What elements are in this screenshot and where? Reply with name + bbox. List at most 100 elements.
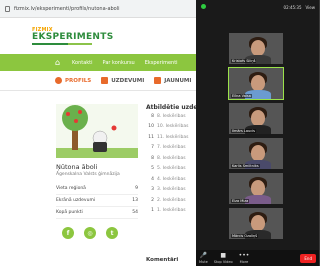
zoom-panel: 02:45:35 View Kristofs Siliņš Elīna Vais… [196,0,319,266]
twitter-icon[interactable]: t [106,227,118,239]
task-score: 8 [151,113,154,119]
participant-name: Mārcis Ozoliņš [231,234,259,238]
stat-label: Kopā punkti [56,210,83,215]
facebook-icon[interactable]: f [62,227,74,239]
task-score: 2 [151,197,154,203]
zoom-toolbar: 🎤 Mute ■ Stop Video ••• More End [196,250,319,266]
task-title: 3. Ieskēribas [157,187,186,193]
task-title: 4. Ieskēribas [157,176,186,182]
task-row[interactable]: 1 1. Ieskēribas [146,206,196,217]
task-score: 11 [148,134,154,140]
end-meeting-button[interactable]: End [300,253,316,263]
participant-video[interactable]: Ilmārs Laucis [229,103,283,134]
address-bar[interactable]: fizmix.lv/eksperimenti/profils/nutona-ab… [0,0,196,18]
nav-item-kontakti[interactable]: Kontakti [72,60,93,66]
zoom-topbar: 02:45:35 View [196,0,319,14]
more-icon: ••• [238,251,250,259]
team-avatar [56,104,138,158]
task-score: 8 [151,155,154,161]
participant-video[interactable]: Karlis Smiltniks [229,138,283,169]
stop-video-button[interactable]: ■ Stop Video [213,251,233,264]
task-score: 4 [151,176,154,182]
mute-button[interactable]: 🎤 Mute [199,251,208,264]
nav-item-eksperimenti[interactable]: Eksperimenti [145,60,178,66]
profile-tabs: PROFILS UZDEVUMI JAUNUMI [0,71,196,91]
main-nav: ⌂ Kontakti Par konkursu Eksperimenti [0,54,196,71]
task-title: 8. Ieskēribas [157,113,186,119]
task-row[interactable]: 10 10. Ieskēribas [146,122,196,133]
site-logo[interactable]: FIZMIX EKSPERIMENTS [32,27,114,45]
tab-uzdevumi[interactable]: UZDEVUMI [101,77,144,84]
task-row[interactable]: 11 11. Ieskēribas [146,132,196,143]
stat-row: Kopā punkti 54 [56,207,138,219]
task-title: 7. Ieskēribas [157,145,186,151]
meeting-timer: 02:45:35 [283,4,302,10]
answered-tasks: Atbildētie uzdevumi 88. Ieskēribas1010. … [146,104,196,216]
participant-video[interactable]: Mārcis Ozoliņš [229,208,283,239]
video-label: Stop Video [213,259,233,264]
stat-label: Ekrānā uzdevumi [56,198,96,203]
mute-label: Mute [199,259,208,264]
participant-name: Kristofs Siliņš [231,59,257,63]
tasks-icon [101,77,109,84]
participant-face [251,40,265,56]
team-school: Āgenskalna Valsts ģimnāzija [56,172,120,177]
participant-name: Karlis Smiltniks [231,164,260,168]
stat-value: 54 [132,210,138,215]
apple-tree-illustration [56,105,138,158]
task-score: 1 [151,208,154,214]
task-row[interactable]: 8 8. Ieskēribas [146,111,196,122]
participant-name: Elza Miza [231,199,250,203]
task-title: 8. Ieskēribas [157,155,186,161]
task-row[interactable]: 2 2. Ieskēribas [146,195,196,206]
tab-profils[interactable]: PROFILS [55,77,91,84]
task-title: 2. Ieskēribas [157,197,186,203]
task-row[interactable]: 5 5. Ieskēribas [146,164,196,175]
team-name: Ņūtona āboli [56,163,98,171]
task-row[interactable]: 3 3. Ieskēribas [146,185,196,196]
more-button[interactable]: ••• More [238,251,250,264]
task-row[interactable]: 4 4. Ieskēribas [146,174,196,185]
browser-window: fizmix.lv/eksperimenti/profils/nutona-ab… [0,0,196,266]
more-label: More [239,259,249,264]
participant-video[interactable]: Elza Miza [229,173,283,204]
participant-name: Elīna Vaisa [231,94,252,98]
task-list: 8 8. Ieskēribas 10 10. Ieskēribas 11 11. Iesk… [146,111,196,216]
instagram-icon[interactable]: ◎ [84,227,96,239]
task-score: 5 [151,166,154,172]
task-score: 10 [148,124,154,130]
profile-icon [55,77,62,84]
security-shield-icon[interactable] [201,4,206,9]
participant-face [251,75,265,91]
participant-video[interactable]: Kristofs Siliņš [229,33,283,64]
participant-name: Ilmārs Laucis [231,129,256,133]
nav-item-par-konkursu[interactable]: Par konkursu [103,60,135,66]
view-button[interactable]: View [306,5,316,10]
task-title: 1. Ieskēribas [157,208,186,214]
screen: fizmix.lv/eksperimenti/profils/nutona-ab… [0,0,319,266]
task-row[interactable]: 7 7. Ieskēribas [146,143,196,154]
tasks-title: Atbildētie uzdevumi [146,104,196,111]
participant-video[interactable]: Elīna Vaisa [228,67,284,100]
tab-label: PROFILS [65,77,92,84]
logo-underline [32,42,92,45]
camera-icon: ■ [220,251,227,259]
microphone-icon: 🎤 [199,251,208,259]
tab-jaunumi[interactable]: JAUNUMI [154,77,191,84]
stat-label: Vieta reģionā [56,186,86,191]
lock-icon [5,5,10,12]
social-links: f ◎ t [56,227,138,239]
task-score: 3 [151,187,154,193]
participant-face [251,110,265,126]
logo-main-text: EKSPERIMENTS [32,31,114,42]
stat-value: 13 [132,198,138,203]
stats-list: Vieta reģionā 9 Ekrānā uzdevumi 13 Kopā … [56,183,138,219]
profile-card: Ņūtona āboli Āgenskalna Valsts ģimnāzija… [56,104,138,239]
stat-row: Ekrānā uzdevumi 13 [56,195,138,207]
task-row[interactable]: 8 8. Ieskēribas [146,153,196,164]
stat-value: 9 [135,186,138,191]
url-text[interactable]: fizmix.lv/eksperimenti/profils/nutona-ab… [14,6,120,12]
home-icon[interactable]: ⌂ [55,59,62,67]
news-icon [154,77,162,84]
participant-face [251,180,265,196]
